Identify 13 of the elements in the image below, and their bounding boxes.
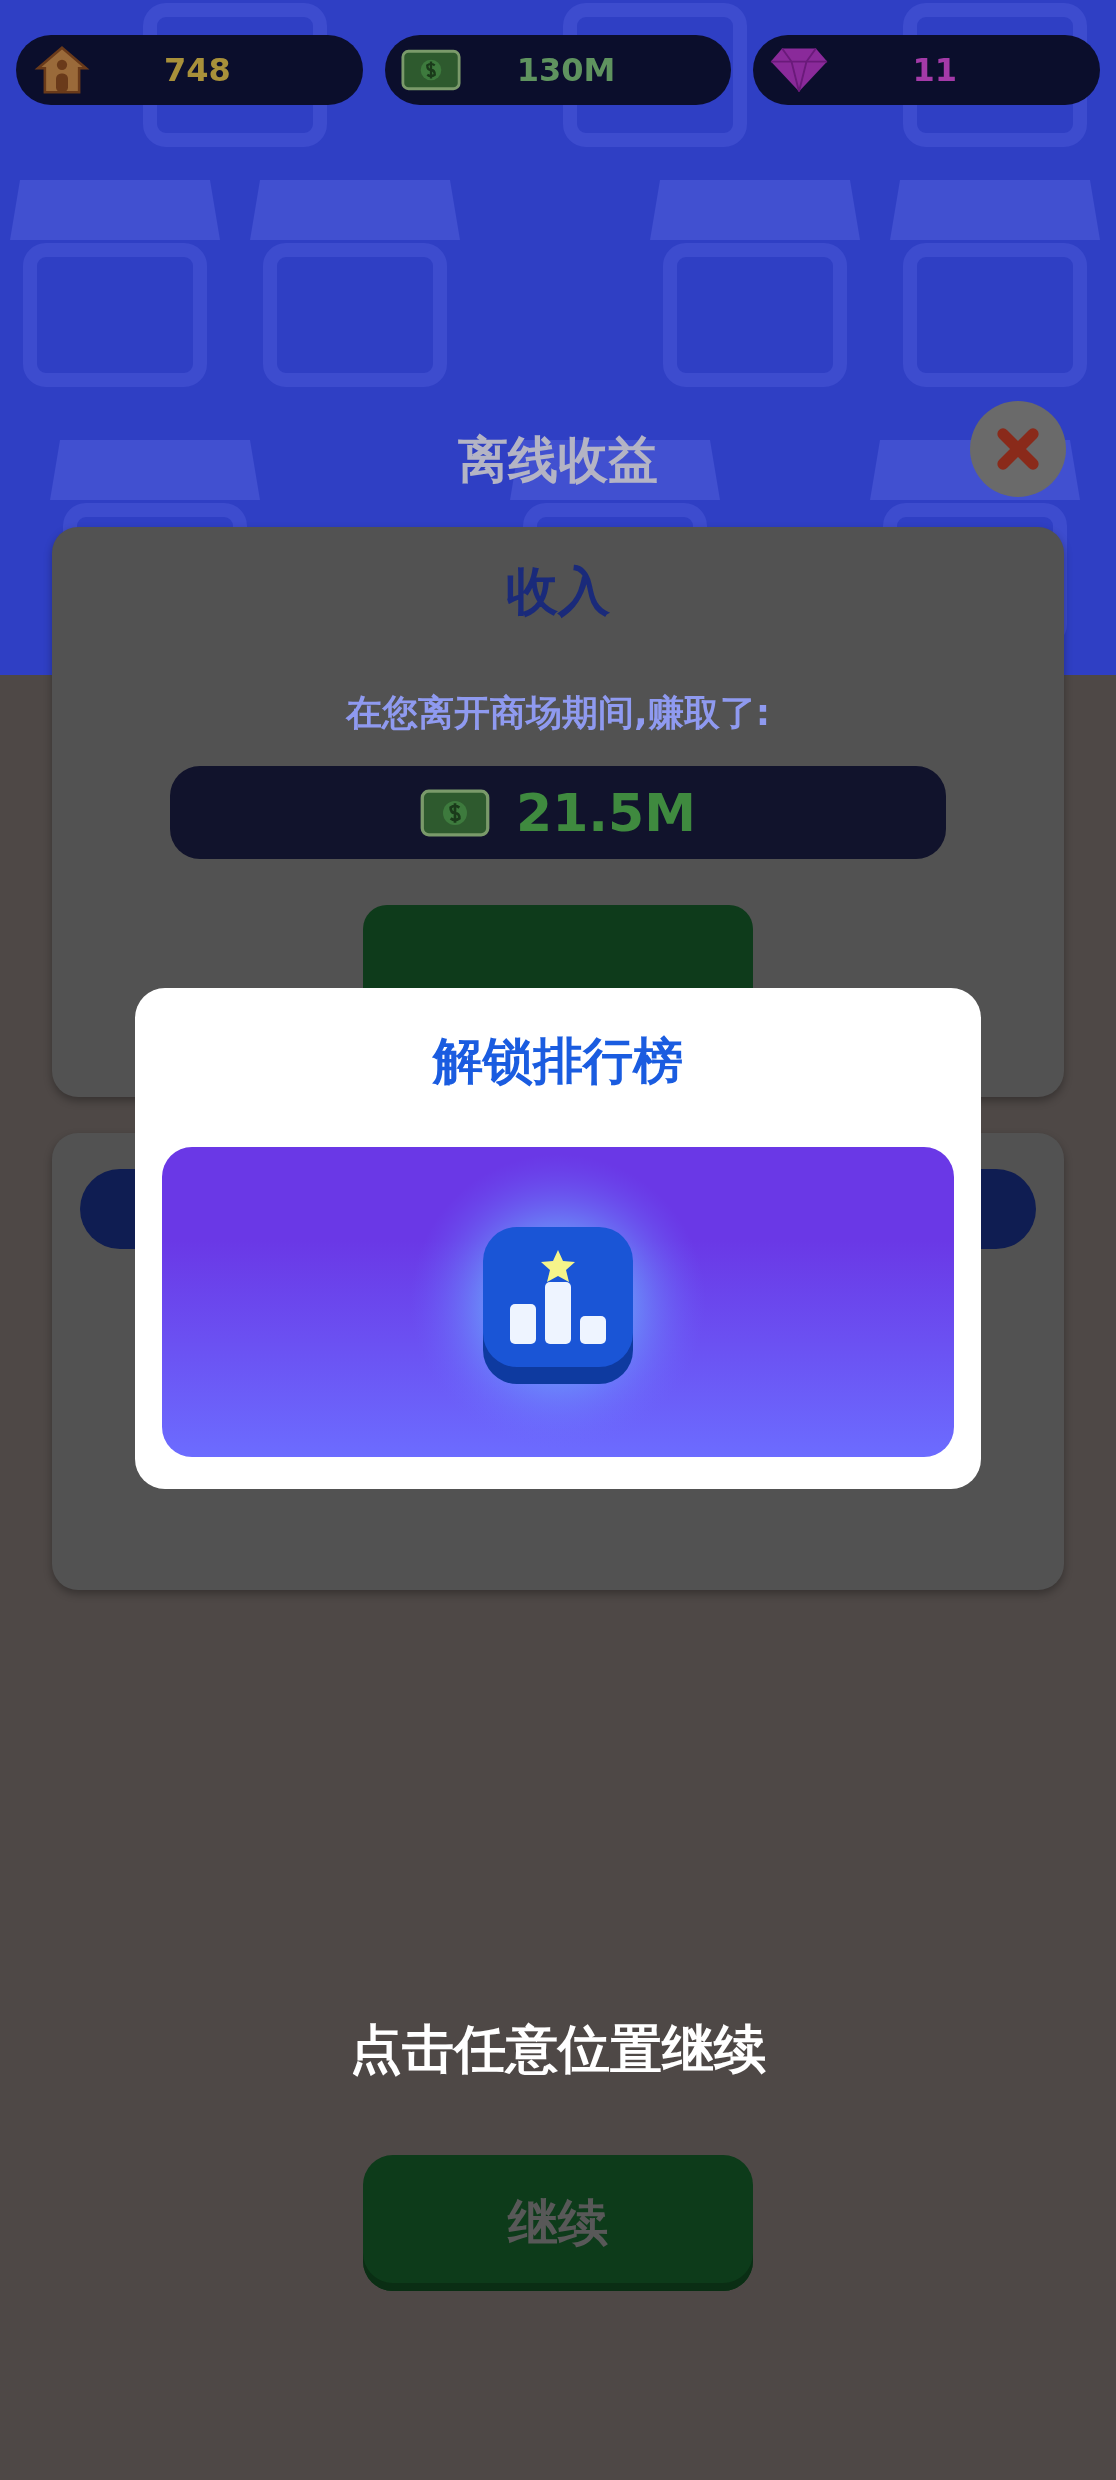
dialog-title: 离线收益 [458,429,658,491]
resource-value: 11 [911,51,958,89]
earnings-message: 在您离开商场期间,赚取了: [345,691,771,735]
tap-to-continue-text: 点击任意位置继续 [350,2018,766,2081]
diamond-icon [769,46,830,94]
resource-value: 748 [162,51,232,89]
continue-button[interactable]: 继续 [363,2155,753,2291]
earned-amount: 21.5M [515,782,696,843]
popup-title: 解锁排行榜 [433,1031,683,1092]
resource-value: 130M [515,51,617,89]
card-title: 收入 [506,560,610,623]
cash-icon [419,788,490,837]
house-icon [32,46,92,94]
